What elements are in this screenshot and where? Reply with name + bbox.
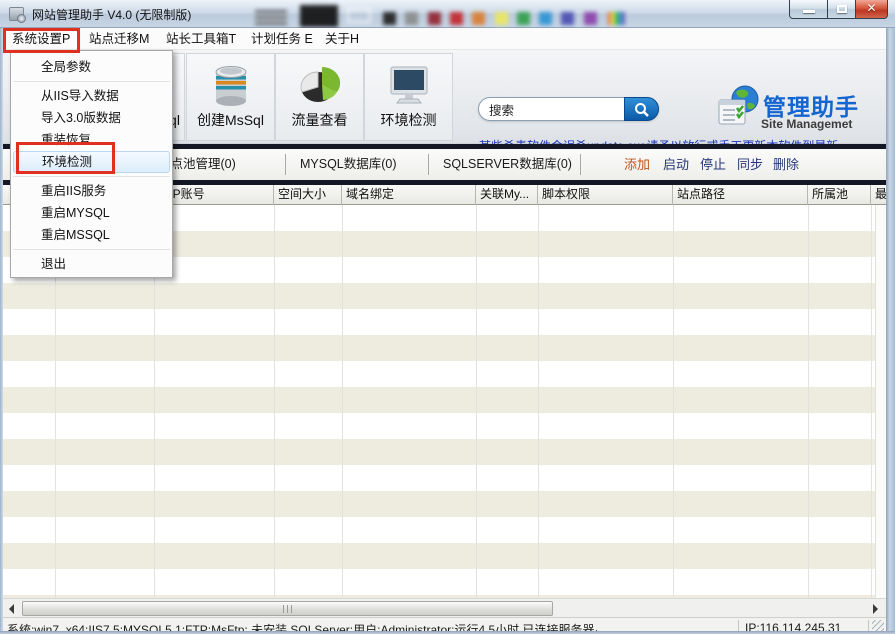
glass-palette-swatch xyxy=(539,12,552,25)
brand-subtitle: Site Managemet xyxy=(761,117,852,131)
search-box xyxy=(478,97,659,121)
status-divider xyxy=(738,620,739,631)
scroll-left-button[interactable] xyxy=(5,601,21,616)
toolbar-button-label: 创建MsSql xyxy=(187,111,274,129)
column-gridline xyxy=(274,205,275,598)
column-gridline xyxy=(673,205,674,598)
delete-link[interactable]: 删除 xyxy=(773,149,799,180)
thumb-grip-icon xyxy=(283,605,295,613)
status-bar: 系统:win7_x64;IIS7.5;MYSQL5.1;FTP:MsFtp; 未… xyxy=(3,617,886,631)
globe-icon xyxy=(715,83,763,131)
pie-chart-icon xyxy=(295,59,345,109)
sync-link[interactable]: 同步 xyxy=(737,149,763,180)
column-header-script-permission[interactable]: 脚本权限 xyxy=(538,185,673,205)
menu-item-reinstall-restore[interactable]: 重装恢复 xyxy=(11,129,172,151)
column-header-last[interactable]: 最 xyxy=(871,185,886,205)
menu-item-global-params[interactable]: 全局参数 xyxy=(11,56,172,78)
menu-about[interactable]: 关于H xyxy=(321,28,363,50)
menu-separator xyxy=(13,176,170,177)
glass-palette-swatch xyxy=(428,12,441,25)
column-header-site-path[interactable]: 站点路径 xyxy=(673,185,808,205)
glass-blob xyxy=(347,8,371,23)
create-mssql-button[interactable]: 创建MsSql xyxy=(186,53,275,141)
horizontal-scrollbar[interactable] xyxy=(3,598,886,617)
glass-palette-swatch xyxy=(383,12,396,25)
title-bar[interactable]: 网站管理助手 V4.0 (无限制版) ✕ xyxy=(0,0,895,28)
tab-sqlserver[interactable]: SQLSERVER数据库(0) xyxy=(443,149,572,180)
system-settings-menu: 全局参数 从IIS导入数据 导入3.0版数据 重装恢复 环境检测 重启IIS服务… xyxy=(10,50,173,278)
traffic-view-button[interactable]: 流量查看 xyxy=(275,53,364,141)
column-header-app-pool[interactable]: 所属池 xyxy=(808,185,871,205)
scrollbar-thumb[interactable] xyxy=(22,601,553,616)
glass-palette-swatch xyxy=(472,12,485,25)
tab-mysql[interactable]: MYSQL数据库(0) xyxy=(300,149,397,180)
menu-item-restart-iis[interactable]: 重启IIS服务 xyxy=(11,180,172,202)
tab-separator xyxy=(580,154,581,175)
maximize-button[interactable] xyxy=(827,0,856,19)
menu-scheduled-tasks[interactable]: 计划任务 E xyxy=(247,28,317,50)
glass-blob xyxy=(300,5,338,27)
database-icon xyxy=(206,59,256,109)
environment-check-button[interactable]: 环境检测 xyxy=(364,53,453,141)
menu-site-migration[interactable]: 站点迁移M xyxy=(85,28,153,50)
menu-webmaster-tools[interactable]: 站长工具箱T xyxy=(162,28,240,50)
window-title: 网站管理助手 V4.0 (无限制版) xyxy=(32,6,191,23)
menu-item-import-v3-data[interactable]: 导入3.0版数据 xyxy=(11,107,172,129)
menu-separator xyxy=(13,81,170,82)
glass-palette-swatch xyxy=(450,12,463,25)
minimize-icon xyxy=(803,10,815,13)
column-gridline xyxy=(808,205,809,598)
vertical-scrollbar[interactable] xyxy=(875,205,886,598)
tab-separator xyxy=(285,154,286,175)
resize-grip-icon[interactable] xyxy=(872,620,884,631)
maximize-icon xyxy=(837,5,847,13)
status-divider xyxy=(868,620,869,631)
window-content: 系统设置P 站点迁移M 站长工具箱T 计划任务 E 关于H xyxy=(3,28,886,631)
toolbar-button-label: 流量查看 xyxy=(276,111,363,129)
close-button[interactable]: ✕ xyxy=(855,0,888,19)
add-link[interactable]: 添加 xyxy=(624,149,650,180)
server-ip-text: IP:116.114.245.31 xyxy=(745,621,841,631)
menu-system-settings[interactable]: 系统设置P xyxy=(8,28,74,50)
column-gridline xyxy=(871,205,872,598)
menu-separator xyxy=(13,249,170,250)
scroll-right-button[interactable] xyxy=(867,601,883,616)
glass-blob xyxy=(608,12,625,25)
toolbar-button-label: 环境检测 xyxy=(365,111,452,129)
glass-palette-swatch xyxy=(561,12,574,25)
column-header-linked-mysql[interactable]: 关联My... xyxy=(476,185,538,205)
tab-separator xyxy=(428,154,429,175)
left-arrow-icon xyxy=(9,604,14,614)
menu-item-environment-check[interactable]: 环境检测 xyxy=(13,151,170,173)
glass-palette-swatch xyxy=(517,12,530,25)
column-gridline xyxy=(476,205,477,598)
glass-palette-swatch xyxy=(584,12,597,25)
glass-palette-swatch xyxy=(495,12,508,25)
search-icon xyxy=(634,102,650,118)
monitor-icon xyxy=(384,59,434,109)
glass-blob xyxy=(255,10,287,26)
start-link[interactable]: 启动 xyxy=(663,149,689,180)
system-info-text: 系统:win7_x64;IIS7.5;MYSQL5.1;FTP:MsFtp; 未… xyxy=(7,621,598,631)
menu-bar: 系统设置P 站点迁移M 站长工具箱T 计划任务 E 关于H xyxy=(3,28,886,50)
search-button[interactable] xyxy=(624,97,659,121)
menu-item-import-from-iis[interactable]: 从IIS导入数据 xyxy=(11,85,172,107)
window-frame-right xyxy=(886,28,895,631)
right-arrow-icon xyxy=(873,604,878,614)
stop-link[interactable]: 停止 xyxy=(700,149,726,180)
minimize-button[interactable] xyxy=(789,0,828,19)
app-window: 网站管理助手 V4.0 (无限制版) ✕ 系统设置P 站点迁移M 站长工具箱T … xyxy=(0,0,895,634)
menu-item-exit[interactable]: 退出 xyxy=(11,253,172,275)
app-icon xyxy=(9,7,24,21)
menu-item-restart-mssql[interactable]: 重启MSSQL xyxy=(11,224,172,246)
column-header-space-size[interactable]: 空间大小 xyxy=(274,185,342,205)
glass-palette-swatch xyxy=(405,12,418,25)
column-header-domain-binding[interactable]: 域名绑定 xyxy=(342,185,476,205)
menu-item-restart-mysql[interactable]: 重启MYSQL xyxy=(11,202,172,224)
search-input[interactable] xyxy=(489,100,619,118)
column-gridline xyxy=(538,205,539,598)
column-gridline xyxy=(342,205,343,598)
